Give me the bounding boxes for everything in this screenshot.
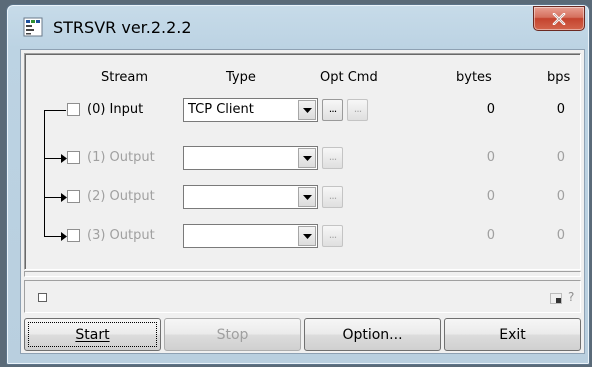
dropdown-arrow-icon (302, 233, 312, 239)
stream-label-output3: (3) Output (87, 228, 155, 243)
dropdown-button[interactable] (298, 226, 316, 246)
dropdown-button[interactable] (298, 187, 316, 207)
stream-row-output3: (3) Output ... 0 0 (25, 224, 580, 248)
app-icon (23, 17, 43, 37)
dropdown-button[interactable] (298, 100, 316, 120)
header-bytes: bytes (456, 70, 492, 85)
status-bar: ? (24, 280, 581, 313)
type-select-output1[interactable] (183, 146, 318, 170)
type-select-input[interactable]: TCP Client (183, 98, 318, 122)
stream-label-output2: (2) Output (87, 189, 155, 204)
header-stream: Stream (101, 70, 149, 85)
header-bps: bps (547, 70, 571, 85)
bps-value-output2: 0 (556, 189, 565, 204)
stream-checkbox-output3[interactable] (67, 229, 80, 242)
opt-button-output2[interactable]: ... (322, 186, 343, 208)
start-button-label: Start (75, 326, 110, 343)
bytes-value-input: 0 (486, 102, 495, 117)
bytes-value-output1: 0 (486, 150, 495, 165)
type-select-output2[interactable] (183, 185, 318, 209)
type-select-output3[interactable] (183, 224, 318, 248)
exit-button-label: Exit (499, 326, 526, 343)
stream-checkbox-output1[interactable] (67, 151, 80, 164)
resize-grip-icon (550, 293, 562, 304)
cmd-button-input[interactable]: ... (347, 99, 368, 121)
stream-row-input: (0) Input TCP Client ... ... 0 0 (25, 98, 580, 122)
stream-checkbox-input[interactable] (67, 103, 80, 116)
stop-button-label: Stop (216, 326, 249, 343)
button-row: Start Stop Option... Exit (24, 318, 581, 352)
tree-trunk-line (44, 110, 45, 236)
type-select-value: TCP Client (188, 102, 254, 117)
client-area: Stream Type Opt Cmd bytes bps (0) Input … (20, 49, 585, 354)
dropdown-arrow-icon (302, 107, 312, 113)
stream-checkbox-output2[interactable] (67, 190, 80, 203)
bps-value-output3: 0 (556, 228, 565, 243)
header-opt-cmd: Opt Cmd (320, 70, 378, 85)
app-window: STRSVR ver.2.2.2 Stream Type Opt Cmd byt… (6, 4, 590, 365)
option-button[interactable]: Option... (304, 318, 441, 351)
dropdown-button[interactable] (298, 148, 316, 168)
bps-value-output1: 0 (556, 150, 565, 165)
opt-button-output1[interactable]: ... (322, 147, 343, 169)
close-button[interactable] (533, 6, 585, 31)
option-button-label: Option... (342, 326, 403, 343)
status-indicator-icon (38, 293, 47, 302)
progress-separator (24, 271, 581, 277)
start-button[interactable]: Start (24, 318, 161, 351)
opt-button-input[interactable]: ... (322, 99, 343, 121)
stream-row-output1: (1) Output ... 0 0 (25, 146, 580, 170)
exit-button[interactable]: Exit (444, 318, 581, 351)
stream-panel: Stream Type Opt Cmd bytes bps (0) Input … (24, 53, 581, 270)
stream-label-output1: (1) Output (87, 150, 155, 165)
title-bar[interactable]: STRSVR ver.2.2.2 (7, 5, 589, 49)
stream-label-input: (0) Input (87, 102, 144, 117)
dropdown-arrow-icon (302, 155, 312, 161)
opt-button-output3[interactable]: ... (322, 225, 343, 247)
window-title: STRSVR ver.2.2.2 (53, 18, 192, 37)
header-type: Type (226, 70, 256, 85)
bytes-value-output2: 0 (486, 189, 495, 204)
bps-value-input: 0 (556, 102, 565, 117)
help-label[interactable]: ? (568, 290, 574, 304)
close-icon (552, 12, 566, 25)
dropdown-arrow-icon (302, 194, 312, 200)
bytes-value-output3: 0 (486, 228, 495, 243)
stream-row-output2: (2) Output ... 0 0 (25, 185, 580, 209)
stop-button[interactable]: Stop (164, 318, 301, 351)
